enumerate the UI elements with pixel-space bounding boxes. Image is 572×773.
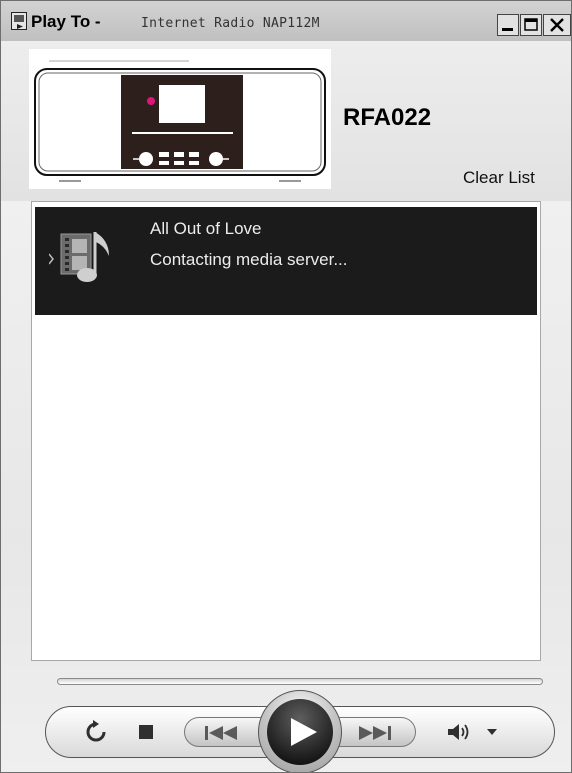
- device-image-frame: [29, 49, 331, 189]
- window-title-device: Internet Radio NAP112M: [141, 16, 320, 31]
- close-icon: [550, 18, 564, 32]
- internet-radio-device-image: [34, 60, 326, 182]
- next-track-icon: [359, 726, 391, 740]
- window-title: Play To -: [31, 12, 101, 31]
- playlist[interactable]: All Out of Love Contacting media server.…: [31, 201, 541, 661]
- chevron-down-icon[interactable]: [486, 728, 498, 736]
- repeat-icon[interactable]: [84, 720, 108, 744]
- play-icon: [291, 718, 317, 746]
- previous-track-icon: [205, 726, 237, 740]
- maximize-button[interactable]: [520, 14, 542, 36]
- transport-controls: [45, 690, 555, 772]
- minimize-button[interactable]: [497, 14, 519, 36]
- song-title: All Out of Love: [150, 219, 262, 238]
- stop-icon[interactable]: [138, 724, 154, 740]
- volume-icon[interactable]: [446, 721, 476, 743]
- device-name: RFA022: [343, 104, 432, 131]
- maximize-icon: [524, 18, 538, 31]
- playlist-item-now-playing[interactable]: All Out of Love Contacting media server.…: [35, 207, 537, 315]
- play-to-window: Play To - Internet Radio NAP112M RFA022 …: [0, 0, 572, 773]
- device-header: RFA022 Clear List: [1, 41, 571, 201]
- play-to-icon: [11, 12, 27, 30]
- song-status: Contacting media server...: [150, 250, 348, 269]
- close-button[interactable]: [543, 14, 571, 36]
- play-button-face: [267, 699, 333, 765]
- clear-list-button[interactable]: Clear List: [463, 168, 535, 188]
- music-note-icon: [49, 232, 109, 282]
- play-button[interactable]: [258, 690, 342, 772]
- seek-bar[interactable]: [57, 678, 543, 685]
- minimize-icon: [502, 28, 513, 31]
- title-bar[interactable]: Play To - Internet Radio NAP112M: [1, 1, 571, 41]
